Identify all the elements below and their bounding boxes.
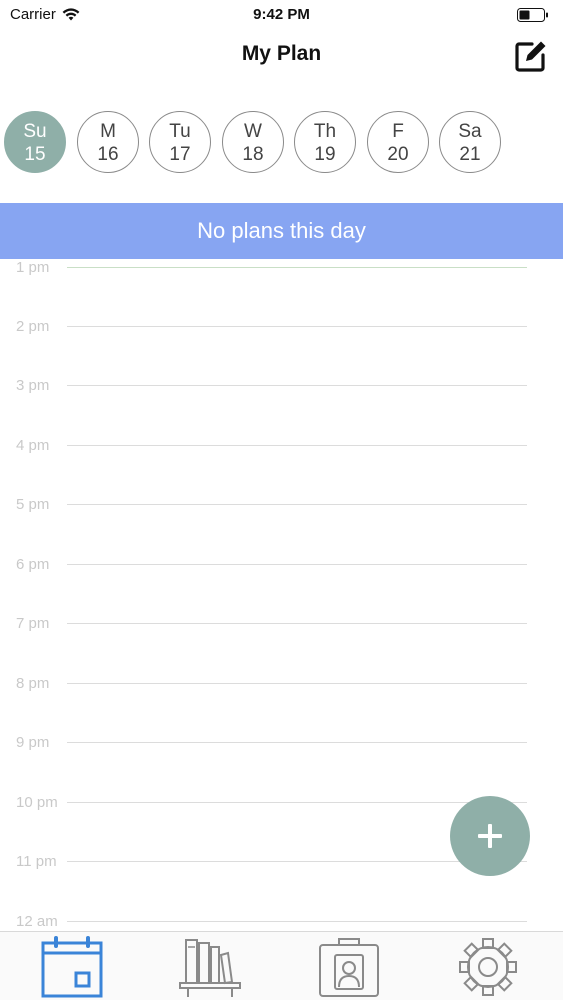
day-date: 21 [459,144,481,165]
week-day-selector: Su 15 M 16 Tu 17 W 18 Th 19 F 20 Sa 21 [0,108,563,178]
tab-bar [0,931,563,1000]
day-friday[interactable]: F 20 [367,111,429,173]
day-name: W [244,121,262,142]
hour-label: 12 am [16,913,58,930]
hour-label: 10 pm [16,794,58,811]
day-date: 18 [242,144,264,165]
day-thursday[interactable]: Th 19 [294,111,356,173]
hour-row: 8 pm [0,675,563,695]
bookshelf-icon [179,938,241,997]
day-name: F [392,121,404,142]
hour-row: 12 am [0,913,563,931]
day-date: 20 [387,144,409,165]
hour-row: 2 pm [0,318,563,338]
day-date: 19 [314,144,336,165]
hour-divider [67,623,527,624]
day-date: 16 [97,144,119,165]
hour-label: 8 pm [16,675,50,692]
hour-label: 3 pm [16,377,50,394]
hour-divider [67,742,527,743]
page-title: My Plan [241,42,322,65]
status-bar: Carrier 9:42 PM [0,0,563,30]
day-name: Sa [458,121,482,142]
day-name: M [100,121,116,142]
hour-row: 7 pm [0,615,563,635]
no-plans-banner: No plans this day [0,203,563,259]
calendar-icon [41,935,103,997]
hour-label: 4 pm [16,437,50,454]
day-tuesday[interactable]: Tu 17 [149,111,211,173]
hour-divider [67,683,527,684]
profile-tab[interactable] [289,932,409,1000]
hour-label: 6 pm [16,556,50,573]
hour-label: 7 pm [16,615,50,632]
hour-divider [67,385,527,386]
day-wednesday[interactable]: W 18 [222,111,284,173]
hour-divider [67,921,527,922]
calendar-tab[interactable] [12,932,132,1000]
day-name: Su [23,121,47,142]
day-date: 15 [24,144,46,165]
hour-divider [67,504,527,505]
hour-row: 4 pm [0,437,563,457]
day-name: Th [313,121,337,142]
hour-divider [67,267,527,268]
navigation-bar: My Plan [0,30,563,80]
hour-label: 1 pm [16,259,50,276]
contact-card-icon [319,937,379,997]
plus-icon [478,824,502,848]
day-monday[interactable]: M 16 [77,111,139,173]
hour-row: 6 pm [0,556,563,576]
status-time: 9:42 PM [253,6,310,23]
hour-label: 9 pm [16,734,50,751]
hour-divider [67,326,527,327]
hour-label: 5 pm [16,496,50,513]
hour-label: 11 pm [16,853,57,870]
hour-row: 9 pm [0,734,563,754]
day-name: Tu [169,121,191,142]
day-sunday[interactable]: Su 15 [4,111,66,173]
hour-divider [67,802,527,803]
add-plan-button[interactable] [450,796,530,876]
day-saturday[interactable]: Sa 21 [439,111,501,173]
battery-icon [517,8,548,22]
hour-divider [67,564,527,565]
edit-icon[interactable] [513,38,549,74]
settings-tab[interactable] [428,932,548,1000]
hour-row: 5 pm [0,496,563,516]
hour-row: 1 pm [0,259,563,279]
hour-label: 2 pm [16,318,50,335]
day-date: 17 [169,144,191,165]
gear-icon [459,937,517,996]
hour-divider [67,445,527,446]
library-tab[interactable] [150,932,270,1000]
hour-row: 3 pm [0,377,563,397]
